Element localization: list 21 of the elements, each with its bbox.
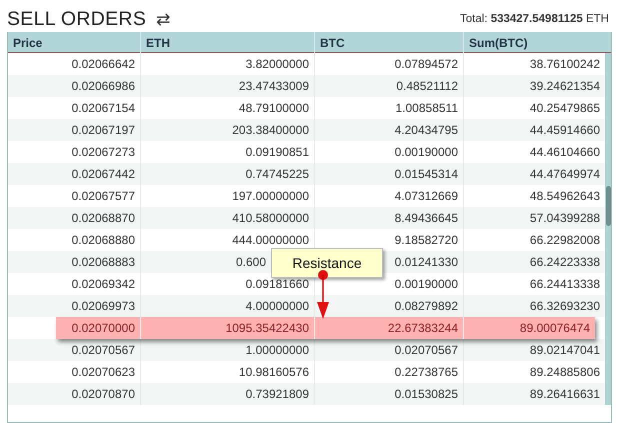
table-cell-text: 0.02067197 — [70, 122, 136, 139]
table-cell-text: 0.02068880 — [70, 232, 136, 249]
table-cell-text: 0.02070567 — [70, 342, 136, 359]
table-cell-text: 0.02068883 — [70, 254, 136, 271]
total-label: Total: 533427.54981125 ETH — [460, 13, 609, 27]
callout-tooltip: Resistance — [271, 248, 383, 278]
table-cell-text: 0.02069342 — [70, 276, 136, 293]
table-cell-text: 0.02068870 — [70, 210, 136, 227]
table-cell: 0.73921809 — [140, 383, 314, 405]
table-cell-text: 0.02067442 — [70, 166, 136, 183]
table-cell-text: 0.02070623 — [70, 364, 136, 381]
table-cell-text: 0.02067577 — [70, 188, 136, 205]
table-cell-text: 0.02070870 — [70, 386, 136, 403]
table-cell-text: 0.02066986 — [70, 78, 136, 95]
table-cell-text: 0.02067273 — [70, 144, 136, 161]
table-cell-text: 0.02067154 — [70, 100, 136, 117]
table-cell-text: 0.02066642 — [70, 56, 136, 73]
table-cell: 0.01530825 — [314, 383, 463, 405]
table-cell-text: 0.02069973 — [70, 298, 136, 315]
table-cell-text: 0.02070000 — [70, 320, 136, 337]
panel-title: SELL ORDERS — [7, 8, 146, 31]
